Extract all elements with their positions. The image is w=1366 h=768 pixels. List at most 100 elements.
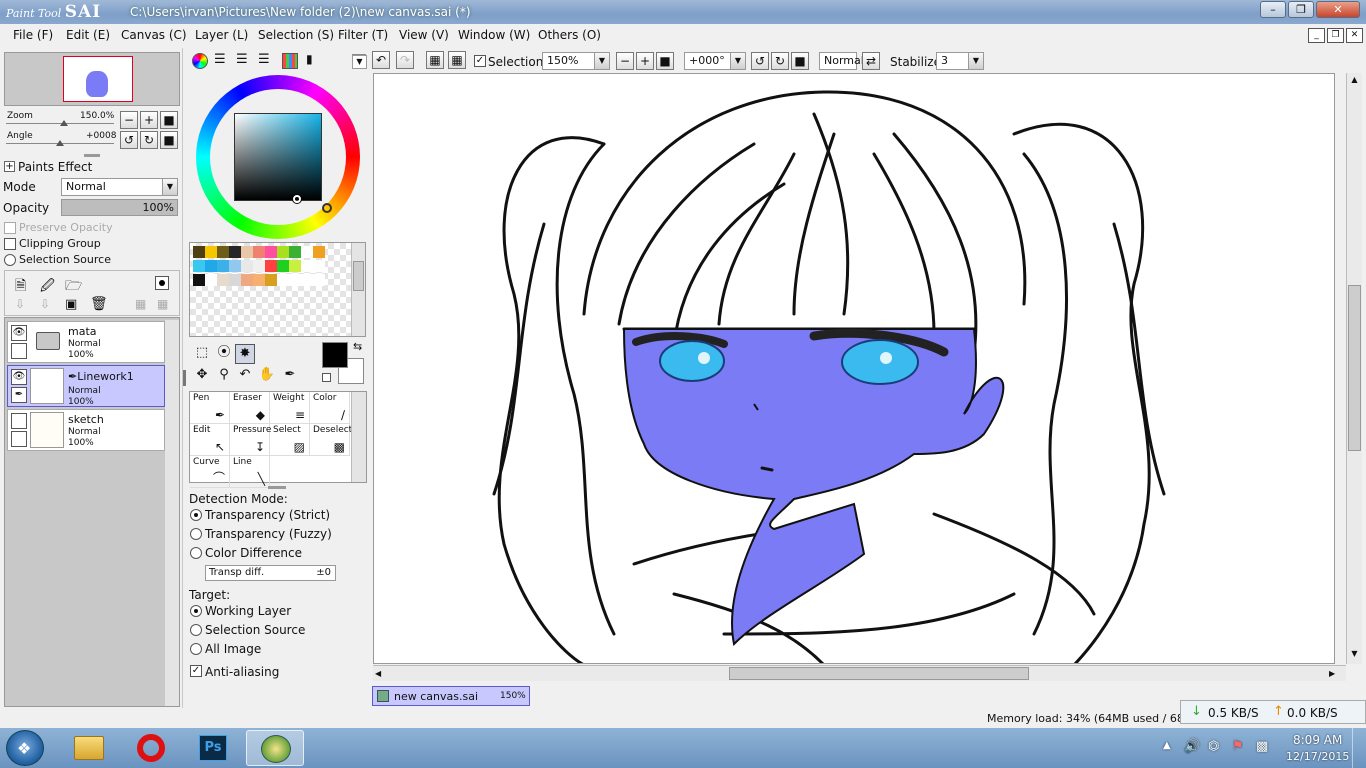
maximize-button[interactable]: ❐ (1288, 1, 1314, 18)
color-swatch[interactable] (289, 274, 301, 286)
color-swatch[interactable] (277, 274, 289, 286)
brush-line[interactable]: Line ╲ (230, 456, 270, 488)
color-swatch[interactable] (241, 274, 253, 286)
zoom-in-button[interactable]: + (140, 111, 158, 129)
stabilizer-select[interactable]: 3 ▼ (936, 52, 984, 70)
view-mode-select[interactable]: Normal (819, 52, 864, 70)
brush-edit[interactable]: Edit ↖ (190, 424, 230, 456)
color-swatch[interactable] (229, 246, 241, 258)
eye-icon[interactable]: 👁 (11, 369, 27, 385)
invert-selection-button[interactable]: ▦ (448, 51, 466, 69)
angle-select[interactable]: +000° ▼ (684, 52, 746, 70)
undo-button[interactable]: ↶ (372, 51, 390, 69)
intermediate-color-tab-icon[interactable]: ☰ (258, 52, 270, 67)
color-swatch[interactable] (253, 274, 265, 286)
swatch-scrollbar[interactable] (351, 243, 365, 336)
canvas-zoom-out-button[interactable]: − (616, 52, 634, 70)
selection-visible-checkbox[interactable]: ✓ (474, 55, 486, 67)
hue-picker-cursor[interactable] (322, 203, 332, 213)
mdi-minimize-button[interactable]: _ (1308, 28, 1325, 43)
eyedropper-icon[interactable]: ✒ (280, 366, 300, 386)
canvas-rotate-right-button[interactable]: ↻ (771, 52, 789, 70)
pen-icon[interactable]: ✒ (11, 387, 27, 403)
menu-others[interactable]: Others (O) (538, 28, 601, 42)
show-hidden-icons-icon[interactable]: ▲ (1163, 740, 1171, 751)
new-linework-icon[interactable]: 🖉 (40, 275, 55, 299)
merge-down-icon[interactable]: ⇩ (40, 297, 50, 311)
layer-row-linework1[interactable]: 👁 ✒ ✒Linework1 Normal 100% (7, 365, 165, 407)
menu-window[interactable]: Window (W) (458, 28, 530, 42)
taskbar-opera[interactable] (122, 730, 180, 766)
color-swatch[interactable] (265, 274, 277, 286)
color-swatch[interactable] (217, 246, 229, 258)
reset-colors-icon[interactable] (322, 373, 331, 382)
zoom-slider-handle[interactable] (60, 120, 68, 126)
color-swatch[interactable] (277, 260, 289, 272)
color-swatch[interactable] (205, 274, 217, 286)
brush-deselect[interactable]: Deselect ▩ (310, 424, 352, 456)
color-swatch[interactable] (241, 260, 253, 272)
blend-mode-select[interactable]: Normal ▼ (61, 178, 178, 196)
chevron-down-icon[interactable]: ▼ (1348, 649, 1361, 661)
color-swatch[interactable] (301, 274, 313, 286)
color-swatch[interactable] (217, 274, 229, 286)
color-swatch[interactable] (301, 246, 313, 258)
zoom-out-button[interactable]: − (120, 111, 138, 129)
rotate-left-button[interactable]: ↺ (120, 131, 138, 149)
mdi-close-button[interactable]: ✕ (1346, 28, 1363, 43)
horizontal-scroll-thumb[interactable] (729, 667, 1029, 680)
target-working-layer-radio[interactable] (190, 605, 202, 617)
layer-lock-toggle[interactable] (11, 343, 27, 359)
color-swatch[interactable] (229, 260, 241, 272)
menu-file[interactable]: File (F) (13, 28, 53, 42)
menu-filter[interactable]: Filter (T) (338, 28, 388, 42)
layer-row-sketch[interactable]: sketch Normal 100% (7, 409, 165, 451)
brush-pen[interactable]: Pen ✒ (190, 392, 230, 424)
clear-layer-icon[interactable]: ▣ (65, 297, 77, 312)
color-swatch[interactable] (301, 260, 313, 272)
move-icon[interactable]: ✥ (192, 366, 212, 386)
selection-source-checkbox[interactable] (4, 254, 16, 266)
hsv-slider-tab-icon[interactable]: ☰ (236, 52, 248, 67)
zoom-tool-icon[interactable]: ⚲ (214, 366, 234, 386)
document-tab[interactable]: new canvas.sai 150% (372, 686, 530, 706)
brush-weight[interactable]: Weight ≡ (270, 392, 310, 424)
new-folder-icon[interactable]: 🗁 (65, 275, 82, 299)
brush-scrollbar[interactable] (351, 392, 366, 482)
color-swatch[interactable] (289, 260, 301, 272)
show-desktop-button[interactable] (1352, 728, 1366, 768)
color-swatch[interactable] (205, 260, 217, 272)
hand-icon[interactable]: ✋ (257, 366, 277, 386)
panel-menu-icon[interactable]: ▼ (352, 55, 367, 69)
color-swatch[interactable] (253, 260, 265, 272)
transp-diff-slider[interactable]: Transp diff. ±0 (205, 565, 336, 581)
angle-slider-handle[interactable] (56, 140, 64, 146)
merge-mask-icon[interactable]: ▦ (157, 297, 168, 311)
menu-view[interactable]: View (V) (399, 28, 449, 42)
rgb-slider-tab-icon[interactable]: ☰ (214, 52, 226, 67)
canvas-vertical-scrollbar[interactable]: ▲ ▼ (1346, 73, 1362, 664)
color-picker-cursor[interactable] (293, 195, 301, 203)
layer-lock-toggle[interactable] (11, 431, 27, 447)
chevron-right-icon[interactable]: ▶ (1329, 667, 1341, 680)
paints-effect-label[interactable]: Paints Effect (18, 160, 92, 174)
canvas-zoom-in-button[interactable]: + (636, 52, 654, 70)
delete-layer-icon[interactable]: 🗑 (90, 296, 108, 312)
preserve-opacity-checkbox[interactable] (4, 222, 16, 234)
taskbar-explorer[interactable] (60, 730, 118, 766)
menu-edit[interactable]: Edit (E) (66, 28, 110, 42)
scratchpad-tab-icon[interactable]: ▮ (306, 52, 313, 66)
action-center-icon[interactable]: ⚑ (1232, 739, 1244, 754)
expand-icon[interactable]: + (4, 161, 15, 172)
panel-splitter[interactable] (84, 154, 100, 157)
deselect-button[interactable]: ▦ (426, 51, 444, 69)
menu-canvas[interactable]: Canvas (C) (121, 28, 187, 42)
usb-icon[interactable]: ⏣ (1208, 739, 1219, 754)
color-swatch[interactable] (313, 274, 325, 286)
brush-color[interactable]: Color ∕ (310, 392, 350, 424)
layer-list-scrollbar[interactable] (165, 320, 179, 706)
menu-layer[interactable]: Layer (L) (195, 28, 248, 42)
brush-curve[interactable]: Curve ⌒ (190, 456, 230, 488)
panel-splitter[interactable] (268, 486, 286, 489)
rotate-right-button[interactable]: ↻ (140, 131, 158, 149)
